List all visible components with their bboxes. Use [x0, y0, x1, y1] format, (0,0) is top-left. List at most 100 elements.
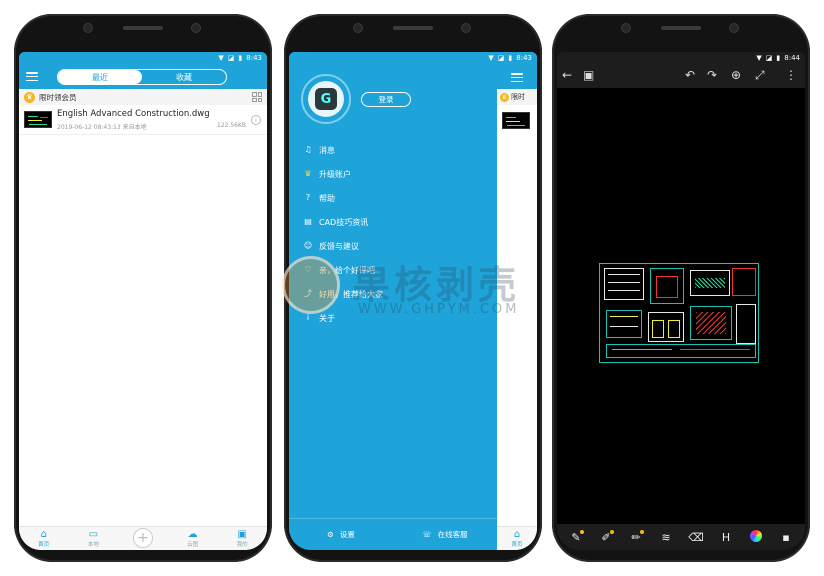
tab-favorites[interactable]: 收藏	[142, 70, 226, 84]
support-icon: ☏	[422, 530, 432, 539]
file-size: 122.56KB	[216, 121, 246, 129]
status-bar: ▼ ◪ ▮ 8:43	[19, 52, 267, 64]
more-icon[interactable]: ⋮	[785, 68, 797, 82]
peek-file	[497, 105, 537, 135]
undo-icon[interactable]: ↶	[685, 68, 695, 82]
settings-icon: ⚙	[327, 530, 334, 539]
status-time: 8:44	[784, 54, 800, 62]
drawing-canvas[interactable]	[557, 88, 805, 524]
profile-icon: ▣	[237, 528, 247, 540]
avatar[interactable]: G	[301, 74, 351, 124]
annotate-icon[interactable]: ✎	[567, 529, 585, 544]
menu-item-help[interactable]: ? 帮助	[289, 186, 497, 210]
front-camera	[730, 24, 738, 32]
tab-recent[interactable]: 最近	[58, 70, 142, 84]
book-icon: ▤	[304, 217, 312, 226]
app-header: 最近 收藏	[19, 64, 267, 89]
side-drawer: G 登录 ♫ 消息 ♛ 升级账户 ? 帮助 ▤ CAD技巧资讯 ☺ 反馈与建议 ♡ 亲，给个…	[289, 52, 497, 550]
eraser-icon[interactable]: ⌫	[687, 531, 705, 544]
status-time: 8:43	[246, 54, 262, 62]
zoom-icon[interactable]: ⊕	[731, 68, 741, 82]
nav-add[interactable]: +	[118, 527, 168, 550]
menu-icon[interactable]	[26, 72, 38, 81]
support-button[interactable]: ☏ 在线客服	[393, 519, 497, 550]
edit-icon[interactable]: ✐	[597, 529, 615, 544]
phone-frame-recent: ▼ ◪ ▮ 8:43 最近 收藏 ♛ 限时领会员 English Advance…	[14, 14, 272, 562]
phone-frame-viewer: ▼ ◪ ▮ 8:44 ← ▣ ↶ ↷ ⊕ ⤢ ⋮ ✎ ✐ ✏ ≋ ⌫ H ▪	[552, 14, 810, 562]
signal-icon: ◪	[765, 53, 773, 62]
bottom-nav: ⌂ 首页 ▭ 本地 + ☁ 云图 ▣ 我的	[19, 526, 267, 550]
drawer-footer: ⚙ 设置 ☏ 在线客服	[289, 518, 497, 550]
battery-icon: ▮	[508, 53, 513, 62]
phone-frame-drawer: G 登录 ♫ 消息 ♛ 升级账户 ? 帮助 ▤ CAD技巧资讯 ☺ 反馈与建议 ♡ 亲，给个…	[284, 14, 542, 562]
menu-item-rate[interactable]: ♡ 亲，给个好评吧	[289, 258, 497, 282]
file-list-item[interactable]: English Advanced Construction.dwg 2019-0…	[19, 105, 267, 135]
menu-item-messages[interactable]: ♫ 消息	[289, 138, 497, 162]
share-icon: ⤴	[304, 289, 312, 298]
sensor	[84, 24, 92, 32]
screen: G 登录 ♫ 消息 ♛ 升级账户 ? 帮助 ▤ CAD技巧资讯 ☺ 反馈与建议 ♡ 亲，给个…	[289, 52, 537, 550]
status-time: 8:43	[516, 54, 532, 62]
redo-icon[interactable]: ↷	[707, 68, 717, 82]
measure-icon[interactable]: H	[717, 531, 735, 544]
toolbox-icon[interactable]: ▪	[777, 531, 795, 544]
vip-banner[interactable]: ♛ 限时领会员	[19, 89, 267, 105]
menu-item-about[interactable]: i 关于	[289, 306, 497, 330]
nav-local[interactable]: ▭ 本地	[69, 527, 119, 550]
screen: ▼ ◪ ▮ 8:44 ← ▣ ↶ ↷ ⊕ ⤢ ⋮ ✎ ✐ ✏ ≋ ⌫ H ▪	[557, 52, 805, 550]
nav-home[interactable]: ⌂ 首页	[19, 527, 69, 550]
menu-item-share[interactable]: ⤴ 好用，推荐给大家	[289, 282, 497, 306]
front-camera	[462, 24, 470, 32]
file-thumbnail	[24, 111, 52, 128]
signal-icon: ◪	[497, 53, 505, 62]
menu-item-upgrade[interactable]: ♛ 升级账户	[289, 162, 497, 186]
cad-drawing	[599, 263, 759, 363]
earpiece	[661, 26, 701, 30]
nav-mine[interactable]: ▣ 我的	[217, 527, 267, 550]
plus-icon: +	[132, 527, 153, 548]
pencil-icon[interactable]: ✏	[627, 529, 645, 544]
folder-icon: ▭	[88, 528, 99, 540]
sensor	[622, 24, 630, 32]
viewer-toolbar: ← ▣ ↶ ↷ ⊕ ⤢ ⋮	[557, 64, 805, 88]
login-button[interactable]: 登录	[361, 92, 411, 107]
status-bar-right: ▼ ◪ ▮ 8:43	[457, 52, 537, 64]
crown-icon: ♛	[304, 169, 312, 178]
tab-switcher: 最近 收藏	[57, 69, 227, 85]
home-icon: ⌂	[40, 528, 47, 540]
menu-item-cad-tips[interactable]: ▤ CAD技巧资讯	[289, 210, 497, 234]
main-content-peek[interactable]: ♛ 限时 ⌂ 首页	[497, 52, 537, 550]
battery-icon: ▮	[776, 53, 781, 62]
battery-icon: ▮	[238, 53, 243, 62]
file-thumbnail	[502, 111, 530, 129]
file-date: 2019-06-12 08:43:13	[57, 123, 121, 131]
file-source: 来自本地	[122, 123, 147, 131]
signal-icon: ◪	[227, 53, 235, 62]
fullscreen-icon[interactable]: ⤢	[755, 68, 765, 82]
save-icon[interactable]: ▣	[583, 68, 594, 82]
file-name: English Advanced Construction.dwg	[57, 108, 210, 119]
thumb-icon: ♡	[304, 265, 312, 274]
settings-button[interactable]: ⚙ 设置	[289, 519, 393, 550]
back-icon[interactable]: ←	[562, 68, 572, 82]
earpiece	[393, 26, 433, 30]
nav-cloud[interactable]: ☁ 云图	[168, 527, 218, 550]
layers-icon[interactable]: ≋	[657, 531, 675, 544]
wifi-icon: ▼	[756, 53, 762, 62]
wifi-icon: ▼	[218, 53, 224, 62]
screen: ▼ ◪ ▮ 8:43 最近 收藏 ♛ 限时领会员 English Advance…	[19, 52, 267, 550]
grid-view-icon[interactable]	[252, 92, 262, 102]
color-wheel-icon[interactable]	[747, 529, 765, 545]
menu-icon[interactable]	[511, 73, 523, 82]
sensor	[354, 24, 362, 32]
earpiece	[123, 26, 163, 30]
vip-banner-label: 限时领会员	[39, 92, 77, 102]
front-camera	[192, 24, 200, 32]
status-bar: ▼ ◪ ▮ 8:44	[557, 52, 805, 64]
bottom-toolbar: ✎ ✐ ✏ ≋ ⌫ H ▪	[557, 524, 805, 550]
menu-item-feedback[interactable]: ☺ 反馈与建议	[289, 234, 497, 258]
file-info-icon[interactable]: i	[251, 115, 261, 125]
cloud-icon: ☁	[187, 528, 198, 540]
crown-icon: ♛	[500, 92, 509, 102]
peek-nav-home[interactable]: ⌂ 首页	[497, 526, 537, 550]
